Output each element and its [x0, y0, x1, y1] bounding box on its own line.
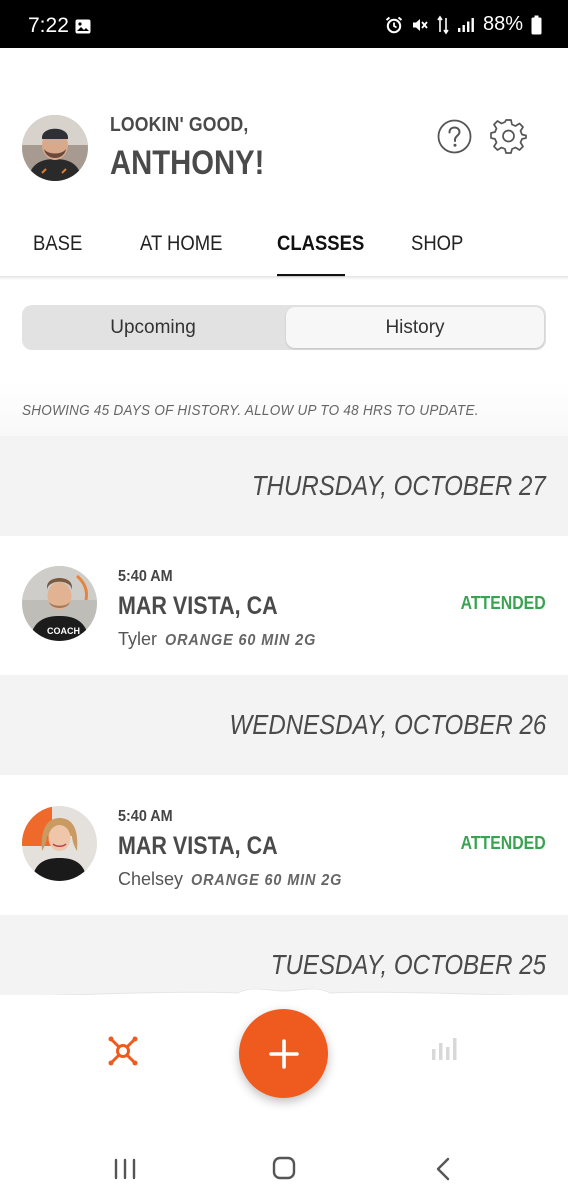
class-time: 5:40 AM [118, 808, 173, 825]
help-icon[interactable] [437, 119, 472, 154]
tab-at-home[interactable]: AT HOME [140, 232, 222, 256]
gallery-notification-icon [75, 19, 91, 34]
class-time: 5:40 AM [118, 568, 173, 585]
history-info-banner: SHOWING 45 DAYS OF HISTORY. ALLOW UP TO … [0, 380, 568, 436]
class-coach-line: Chelsey ORANGE 60 MIN 2G [118, 869, 359, 890]
user-avatar-image [22, 115, 88, 181]
date-header-text: WEDNESDAY, OCTOBER 26 [229, 709, 546, 740]
classes-segmented-control: Upcoming History [22, 305, 546, 350]
data-transfer-icon [437, 15, 449, 34]
history-info-text: SHOWING 45 DAYS OF HISTORY. ALLOW UP TO … [22, 402, 479, 419]
tabs-divider [0, 276, 568, 280]
system-nav-bar [0, 1140, 568, 1200]
attendance-status: ATTENDED [460, 593, 546, 613]
mute-icon [412, 18, 428, 31]
alarm-icon [385, 16, 403, 33]
tab-classes[interactable]: CLASSES [277, 232, 364, 256]
status-time: 7:22 [28, 14, 69, 37]
coach-photo-chelsey [22, 806, 97, 881]
attendance-status: ATTENDED [460, 833, 546, 853]
main-tabs: BASE AT HOME CLASSES SHOP [0, 228, 568, 278]
stats-icon[interactable] [431, 1037, 459, 1061]
class-location: MAR VISTA, CA [118, 832, 278, 860]
class-location: MAR VISTA, CA [118, 592, 278, 620]
status-icons: 88% [385, 13, 542, 36]
class-coach-line: Tyler ORANGE 60 MIN 2G [118, 629, 333, 650]
coach-name: Chelsey [118, 869, 184, 889]
tab-base[interactable]: BASE [33, 232, 82, 256]
plus-icon [268, 1038, 299, 1069]
coach-name: Tyler [118, 629, 158, 649]
gear-icon[interactable] [490, 117, 527, 154]
class-history-row[interactable]: 5:40 AM MAR VISTA, CA Chelsey ORANGE 60 M… [0, 776, 568, 914]
user-avatar[interactable] [22, 115, 88, 181]
battery-icon [531, 15, 542, 34]
back-icon[interactable] [434, 1157, 452, 1181]
tab-shop[interactable]: SHOP [411, 232, 463, 256]
coach-photo-tyler: COACH [22, 566, 97, 641]
svg-text:COACH: COACH [47, 626, 80, 636]
date-header: THURSDAY, OCTOBER 27 [0, 436, 568, 536]
status-bar: 7:22 88% [0, 0, 568, 48]
class-type: ORANGE 60 MIN 2G [191, 872, 343, 889]
coach-avatar: COACH [22, 566, 97, 641]
date-header-text: THURSDAY, OCTOBER 27 [252, 470, 546, 501]
battery-percent: 88% [482, 13, 523, 35]
system-home-icon[interactable] [272, 1156, 296, 1180]
date-header: WEDNESDAY, OCTOBER 26 [0, 675, 568, 775]
add-button[interactable] [239, 1009, 328, 1098]
coach-avatar [22, 806, 97, 881]
greeting-line-1: LOOKIN' GOOD, [110, 114, 249, 136]
class-history-row[interactable]: COACH 5:40 AM MAR VISTA, CA Tyler ORANGE … [0, 536, 568, 674]
history-segment-button[interactable]: History [286, 307, 544, 348]
upcoming-segment-button[interactable]: Upcoming [22, 305, 284, 350]
recent-apps-icon[interactable] [113, 1158, 137, 1180]
class-type: ORANGE 60 MIN 2G [165, 632, 317, 649]
greeting-name: ANTHONY! [110, 144, 265, 182]
signal-icon [457, 17, 474, 32]
orangetheory-home-icon[interactable] [106, 1034, 140, 1068]
